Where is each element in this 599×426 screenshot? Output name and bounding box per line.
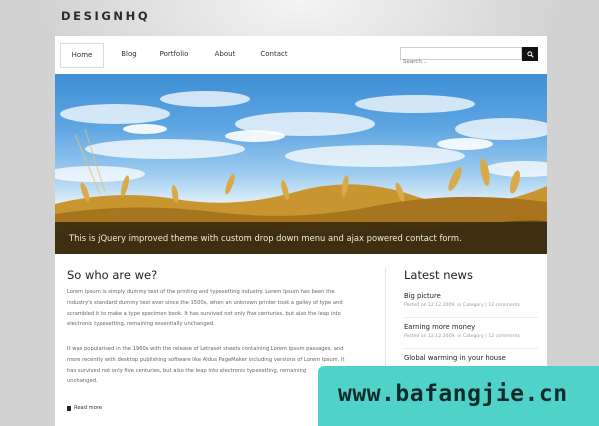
watermark-banner: www.bafangjie.cn (318, 366, 599, 426)
hero-caption-bar: This is jQuery improved theme with custo… (55, 222, 547, 254)
logo-text-main: DESIGN (61, 9, 126, 23)
news-item-meta: Posted on 12.12.2009. in Category | 12 c… (404, 303, 520, 308)
watermark-text: www.bafangjie.cn (338, 381, 568, 407)
news-item[interactable]: Earning more money Posted on 12.12.2009.… (404, 323, 520, 339)
nav-item-blog[interactable]: Blog (109, 43, 149, 66)
logo-text-suffix: HQ (125, 9, 151, 23)
site-logo[interactable]: DESIGNHQ (61, 9, 150, 23)
about-para-1-line-4: electronic typesetting, remaining essent… (67, 321, 215, 328)
about-para-1-line-3: scrambled it to make a type specimen boo… (67, 310, 341, 317)
search-icon (526, 50, 534, 58)
news-item-title[interactable]: Global warming in your house (404, 354, 506, 362)
search-button[interactable] (522, 47, 538, 61)
nav-item-contact[interactable]: Contact (254, 43, 294, 66)
search-input[interactable] (401, 56, 513, 68)
nav-item-portfolio[interactable]: Portfolio (154, 43, 194, 66)
about-section: So who are we? Lorem Ipsum is simply dum… (67, 268, 367, 411)
news-section-title: Latest news (404, 268, 473, 282)
about-para-1-line-1: Lorem Ipsum is simply dummy text of the … (67, 289, 335, 295)
news-item-title[interactable]: Big picture (404, 292, 520, 300)
nav-item-about[interactable]: About (205, 43, 245, 66)
news-item[interactable]: Big picture Posted on 12.12.2009. in Cat… (404, 292, 520, 308)
news-item[interactable]: Global warming in your house (404, 354, 506, 362)
read-more-label: Read more (74, 405, 103, 411)
read-more-link[interactable]: Read more (67, 404, 127, 412)
news-item-title[interactable]: Earning more money (404, 323, 520, 331)
about-title: So who are we? (67, 268, 158, 282)
news-separator (404, 348, 538, 349)
about-para-2-line-2: more recently with desktop publishing so… (67, 356, 345, 363)
latest-news-section: Latest news Big picture Posted on 12.12.… (404, 268, 544, 362)
nav-item-home[interactable]: Home (60, 43, 104, 68)
about-para-2-line-1: It was popularised in the 1960s with the… (67, 346, 344, 352)
news-item-meta: Posted on 12.12.2009. in Category | 12 c… (404, 334, 520, 339)
arrow-right-icon (67, 406, 71, 411)
hero-slider[interactable]: This is jQuery improved theme with custo… (55, 74, 547, 254)
news-separator (404, 317, 538, 318)
about-para-1-line-2: industry's standard dummy text ever sinc… (67, 299, 343, 306)
hero-caption-text: This is jQuery improved theme with custo… (69, 233, 462, 243)
search-field[interactable] (400, 47, 522, 68)
